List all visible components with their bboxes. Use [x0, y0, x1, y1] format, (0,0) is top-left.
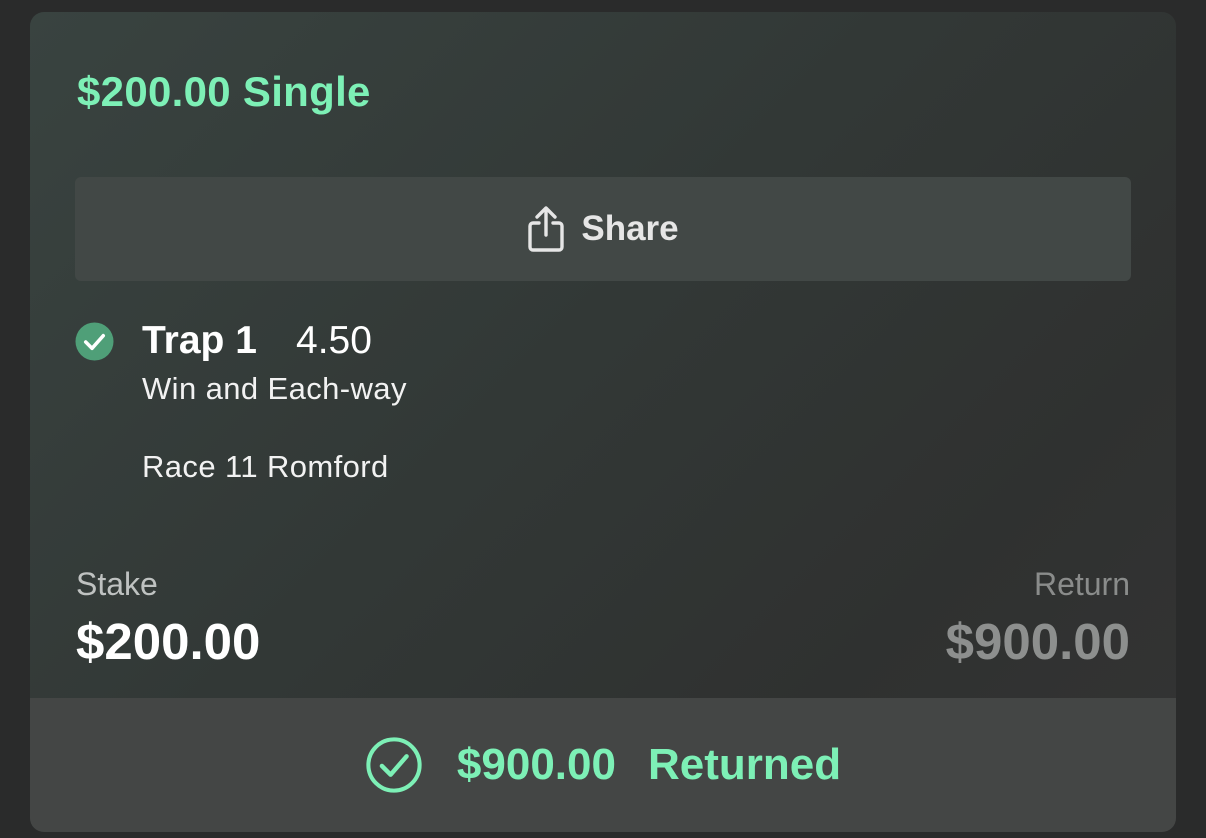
selection-event: Race 11 Romford: [142, 449, 389, 484]
return-value: $900.00: [945, 613, 1130, 670]
bet-title: $200.00 Single: [77, 68, 371, 115]
return-label: Return: [1033, 566, 1130, 602]
share-icon: [528, 206, 565, 252]
share-label: Share: [581, 209, 679, 248]
stake-label: Stake: [76, 566, 158, 602]
returned-amount: $900.00: [456, 740, 616, 789]
result-footer: $900.00 Returned: [30, 698, 1176, 832]
selection-odds: 4.50: [296, 319, 372, 362]
returned-status: Returned: [647, 740, 842, 789]
check-circle-outline-icon: [366, 737, 422, 793]
stake-value: $200.00: [76, 613, 261, 670]
share-button[interactable]: Share: [75, 177, 1131, 281]
selection-name: Trap 1: [142, 319, 257, 362]
bet-receipt-card: $200.00 Single Share Trap 1 4.50 Win and…: [30, 12, 1176, 832]
check-circle-icon: [75, 322, 114, 361]
selection-market: Win and Each-way: [142, 371, 407, 406]
